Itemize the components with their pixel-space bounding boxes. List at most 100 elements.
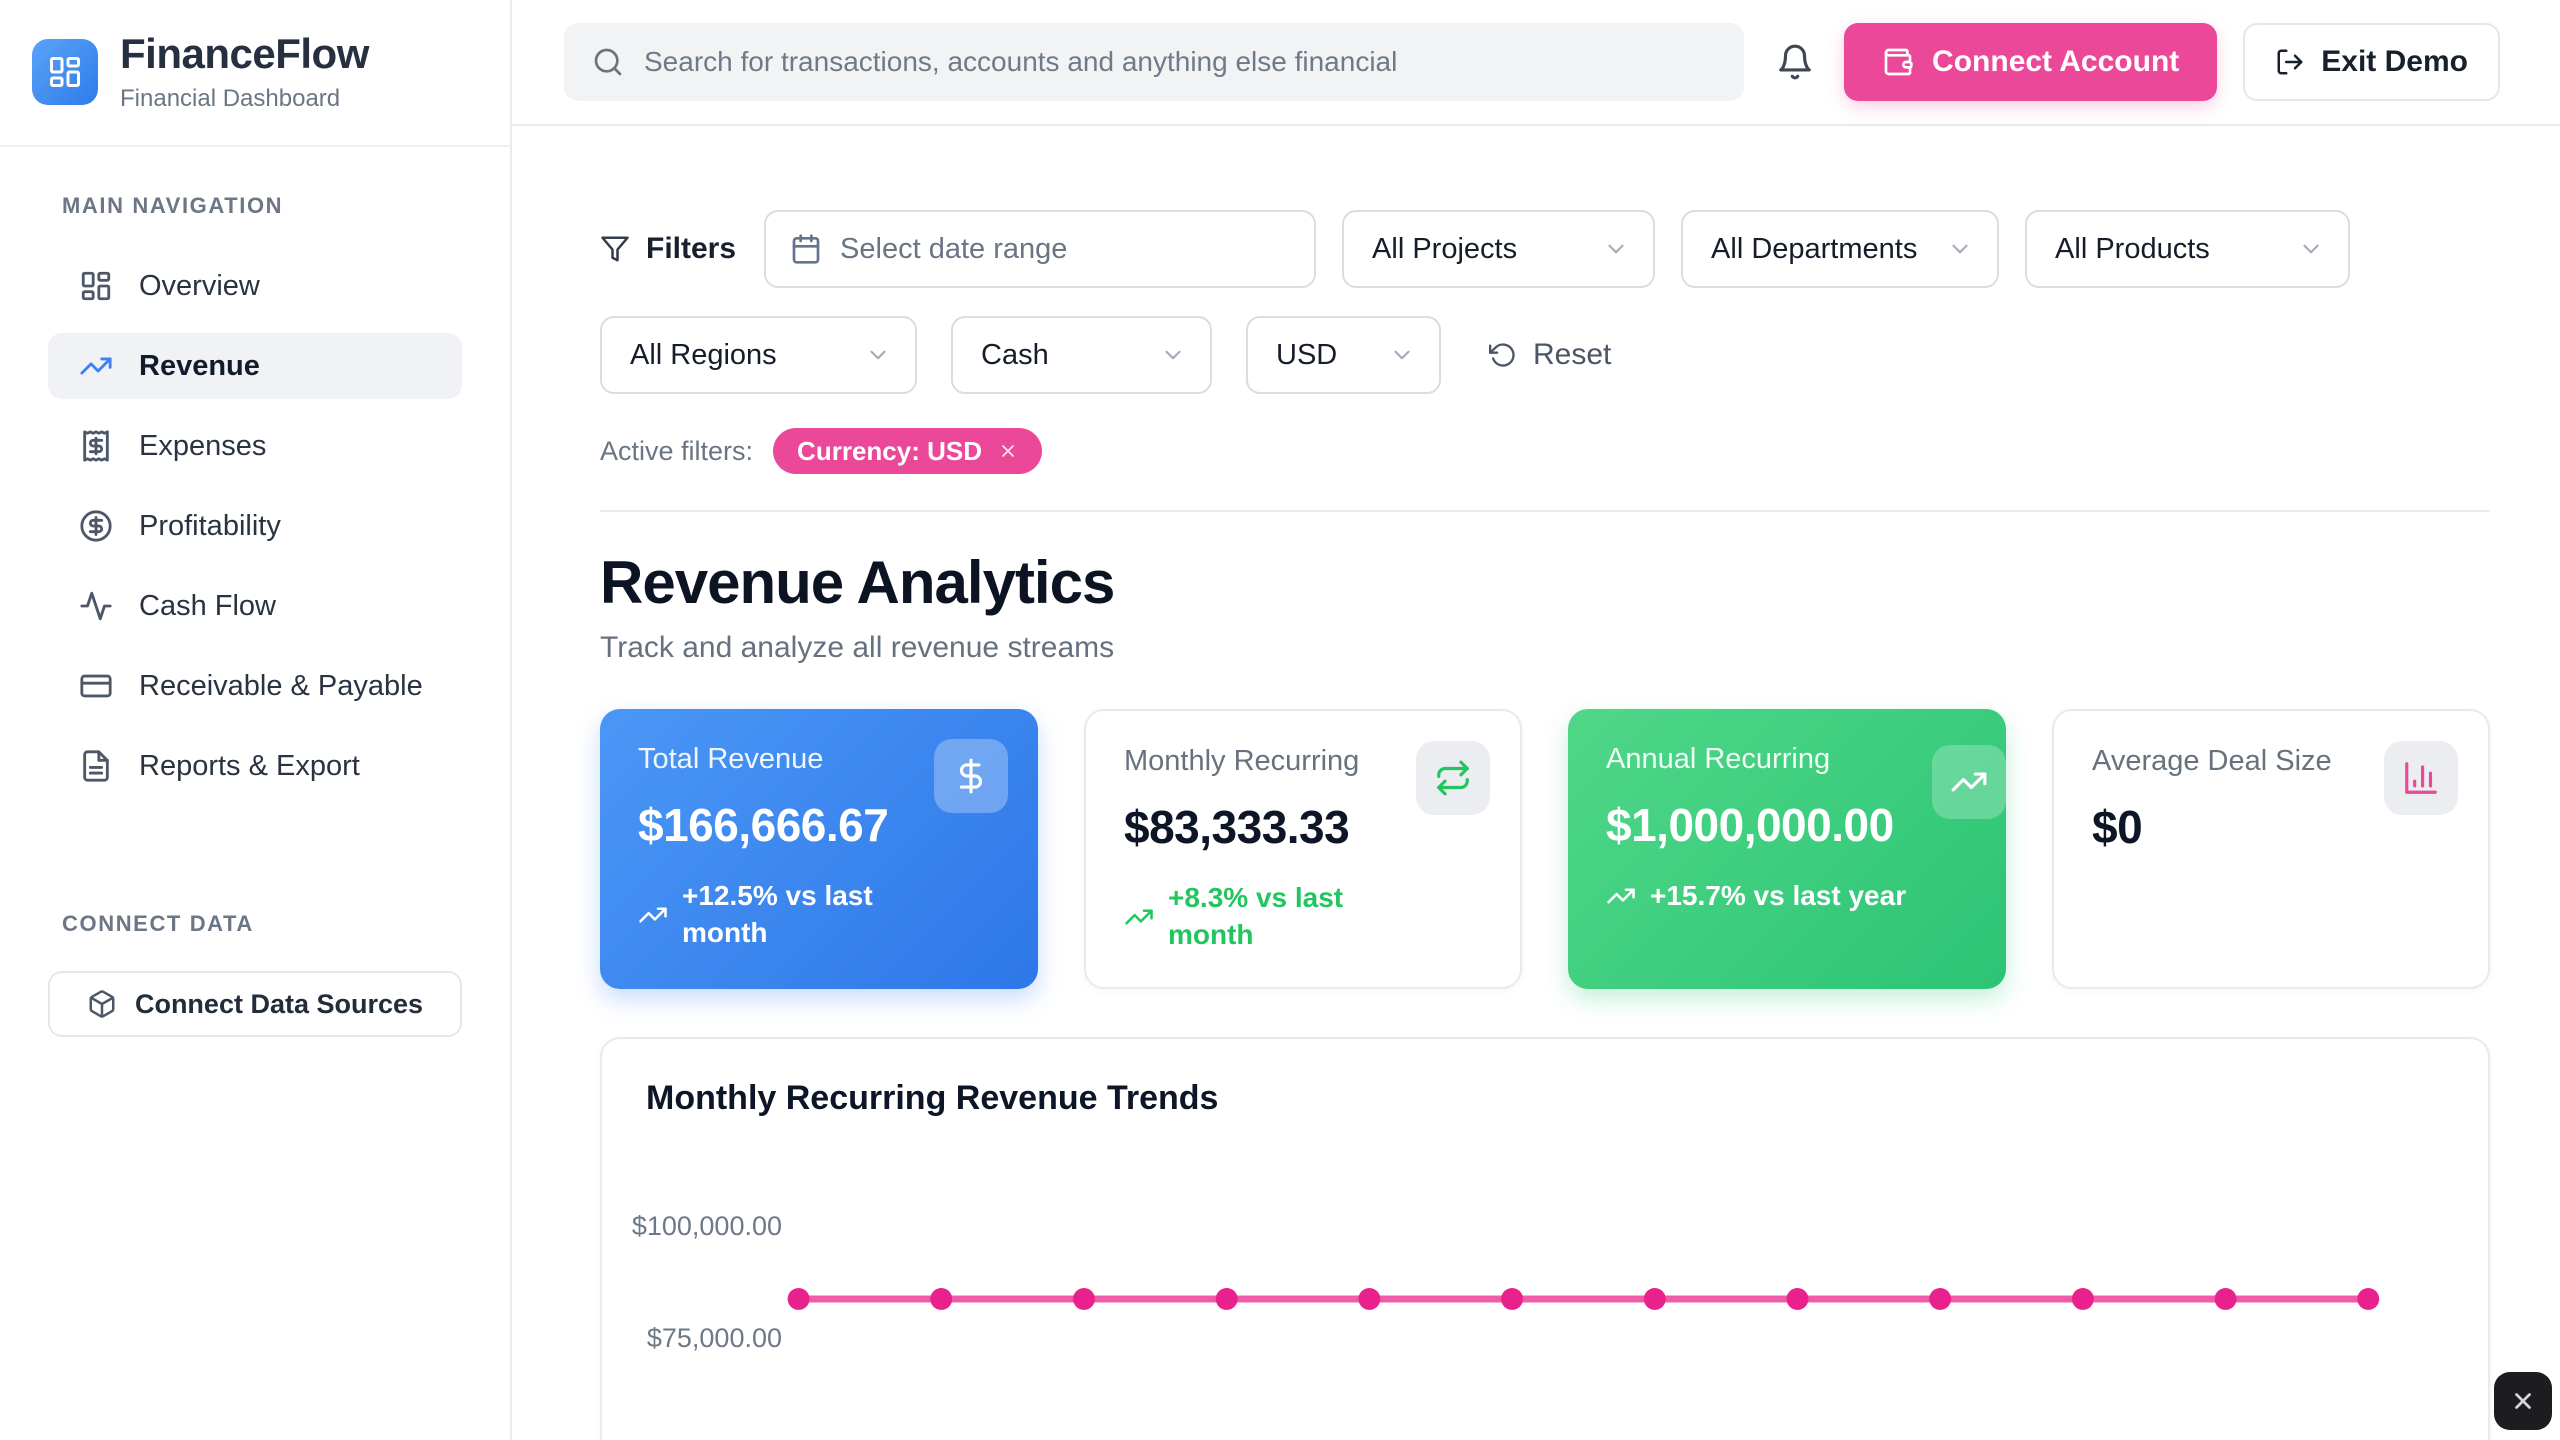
dollar-icon [952,757,990,795]
close-icon [2510,1388,2536,1414]
calendar-icon [790,233,822,265]
trending-up-icon [1950,763,1988,801]
chevron-down-icon [1160,342,1186,368]
date-range-input[interactable] [840,233,1290,266]
sidebar-item-overview[interactable]: Overview [48,253,462,319]
mrr-line-chart: Monthly Recurring Revenue Trends $100,00… [600,1037,2490,1440]
page-subtitle: Track and analyze all revenue streams [600,631,2490,665]
sidebar-item-label: Reports & Export [139,750,360,783]
filters-title: Filters [600,232,736,266]
sidebar-item-label: Revenue [139,350,260,383]
stat-cards: Total Revenue $166,666.67 +12.5% vs last… [600,709,2490,989]
departments-select[interactable]: All Departments [1681,210,1999,288]
currency-select[interactable]: USD [1246,316,1441,394]
data-point [1786,1288,1808,1310]
receipt-icon [79,429,113,463]
content: Filters All Projects All Dep [512,126,2560,1440]
total-revenue-card: Total Revenue $166,666.67 +12.5% vs last… [600,709,1038,989]
trending-up-icon [79,349,113,383]
sidebar-item-label: Receivable & Payable [139,670,423,703]
search-input[interactable] [644,46,1716,78]
app: FinanceFlow Financial Dashboard MAIN NAV… [0,0,2560,1440]
currency-filter-chip[interactable]: Currency: USD [773,428,1042,474]
funnel-icon [600,234,630,264]
bell-icon [1776,43,1814,81]
nav-section-label: MAIN NAVIGATION [62,193,462,219]
connect-data-sources-button[interactable]: Connect Data Sources [48,971,462,1037]
data-point [1501,1288,1523,1310]
exit-demo-button[interactable]: Exit Demo [2243,23,2500,101]
sidebar-item-revenue[interactable]: Revenue [48,333,462,399]
top-header: Connect Account Exit Demo [512,0,2560,126]
change-indicator: +8.3% vs last month [1124,880,1482,954]
page-title: Revenue Analytics [600,548,2490,617]
projects-select[interactable]: All Projects [1342,210,1655,288]
sidebar-item-label: Overview [139,270,260,303]
data-point [2072,1288,2094,1310]
trending-up-icon [638,900,668,930]
sidebar-item-receivable-payable[interactable]: Receivable & Payable [48,653,462,719]
activity-icon [79,589,113,623]
search-icon [592,46,624,78]
chevron-down-icon [2298,236,2324,262]
active-filters-label: Active filters: [600,436,753,467]
dashboard-icon [79,269,113,303]
data-point [1358,1288,1380,1310]
monthly-recurring-card: Monthly Recurring $83,333.33 +8.3% vs la… [1084,709,1522,989]
main-navigation: MAIN NAVIGATION Overview Revenue [0,193,510,1037]
rotate-ccw-icon [1489,341,1517,369]
circle-dollar-icon [79,509,113,543]
connect-account-button[interactable]: Connect Account [1844,23,2217,101]
app-subtitle: Financial Dashboard [120,85,369,113]
global-search[interactable] [564,23,1744,101]
close-icon[interactable] [998,441,1018,461]
data-point [1644,1288,1666,1310]
sidebar-item-label: Profitability [139,510,281,543]
bar-chart-icon [2402,759,2440,797]
filters-panel: Filters All Projects All Dep [600,210,2490,474]
trending-up-icon [1606,881,1636,911]
change-indicator: +12.5% vs last month [638,878,1000,952]
page-head: Revenue Analytics Track and analyze all … [600,548,2490,665]
sidebar-item-cash-flow[interactable]: Cash Flow [48,573,462,639]
credit-card-icon [79,669,113,703]
wallet-icon [1882,46,1914,78]
sidebar-item-profitability[interactable]: Profitability [48,493,462,559]
app-logo [32,39,98,105]
sidebar-item-reports-export[interactable]: Reports & Export [48,733,462,799]
notifications-button[interactable] [1776,43,1814,81]
dashboard-logo-icon [47,54,83,90]
reset-filters-button[interactable]: Reset [1489,338,1611,372]
active-filters-row: Active filters: Currency: USD [600,428,2490,474]
data-point [1929,1288,1951,1310]
line-chart-plot [602,1039,2488,1440]
chevron-down-icon [865,342,891,368]
main-area: Connect Account Exit Demo Filters [512,0,2560,1440]
payment-type-select[interactable]: Cash [951,316,1212,394]
divider [600,510,2490,512]
box-icon [87,989,117,1019]
app-title: FinanceFlow [120,30,369,78]
log-out-icon [2275,47,2305,77]
file-text-icon [79,749,113,783]
data-point [1216,1288,1238,1310]
sidebar-item-expenses[interactable]: Expenses [48,413,462,479]
date-range-field[interactable] [764,210,1316,288]
close-overlay-button[interactable] [2494,1372,2552,1430]
chevron-down-icon [1389,342,1415,368]
data-point [1073,1288,1095,1310]
products-select[interactable]: All Products [2025,210,2350,288]
annual-recurring-card: Annual Recurring $1,000,000.00 +15.7% vs… [1568,709,2006,989]
data-point [2357,1288,2379,1310]
connect-section-label: CONNECT DATA [62,911,462,937]
repeat-icon [1434,759,1472,797]
chevron-down-icon [1603,236,1629,262]
regions-select[interactable]: All Regions [600,316,917,394]
sidebar-item-label: Expenses [139,430,266,463]
brand: FinanceFlow Financial Dashboard [0,0,510,147]
data-point [930,1288,952,1310]
chevron-down-icon [1947,236,1973,262]
sidebar: FinanceFlow Financial Dashboard MAIN NAV… [0,0,512,1440]
average-deal-size-card: Average Deal Size $0 [2052,709,2490,989]
trending-up-icon [1124,902,1154,932]
